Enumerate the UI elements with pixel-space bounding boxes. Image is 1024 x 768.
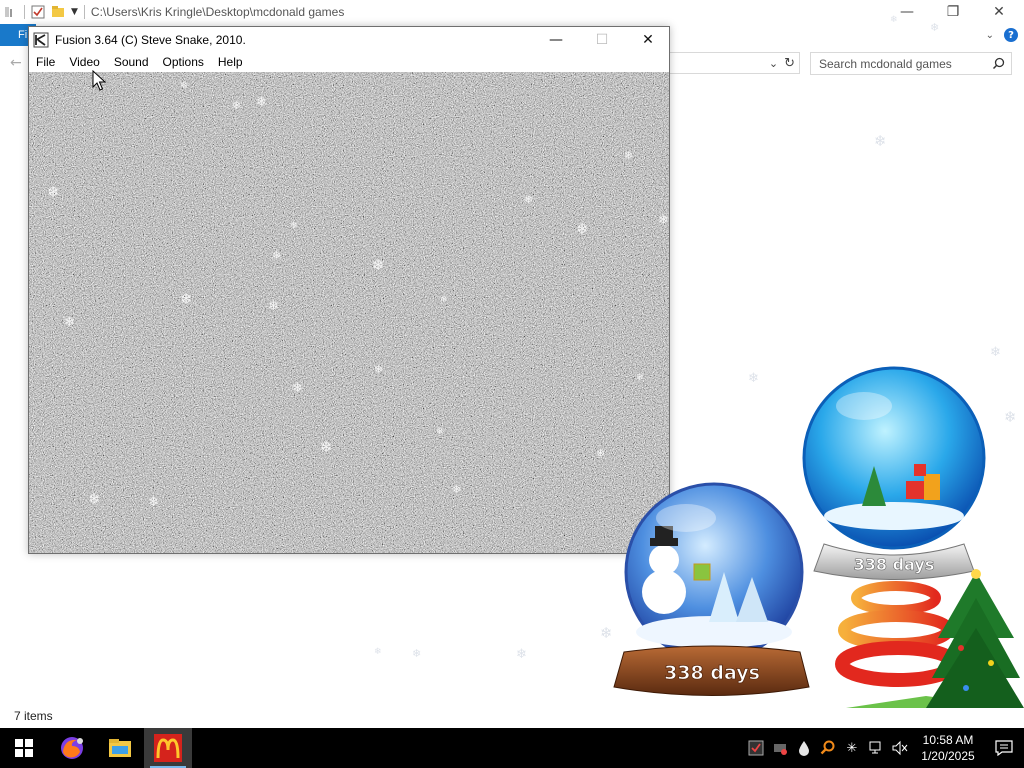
snowflake: ❄ — [374, 363, 384, 376]
snowflake: ❄ — [516, 647, 527, 662]
snowflake: ❄ — [290, 221, 298, 231]
firefox-icon — [61, 737, 83, 759]
snowflake: ❄ — [1004, 408, 1017, 426]
snowflake: ❄ — [148, 495, 159, 510]
snowflake: ❄ — [530, 51, 538, 61]
emulator-screen-static[interactable] — [29, 72, 669, 553]
snowflake: ❄ — [624, 149, 634, 162]
ribbon-expand-chevron-icon[interactable]: ⌄ — [986, 30, 994, 41]
fusion-logo-icon — [33, 32, 49, 47]
folder-icon — [109, 739, 131, 757]
menu-help[interactable]: Help — [211, 52, 250, 72]
notification-icon — [995, 740, 1013, 756]
menu-options[interactable]: Options — [156, 52, 211, 72]
snowflake: ❄ — [232, 99, 242, 112]
snowflake: ❄ — [412, 647, 422, 660]
mcdonalds-logo-icon — [154, 734, 182, 762]
mouse-cursor-icon — [92, 70, 106, 91]
action-center-button[interactable] — [984, 728, 1024, 768]
snowflake: ❄ — [658, 213, 669, 228]
water-drop-icon[interactable] — [792, 728, 816, 768]
fusion-window: Fusion 3.64 (C) Steve Snake, 2010. — ☐ ✕… — [28, 26, 670, 554]
help-icon[interactable]: ? — [1004, 28, 1018, 42]
snow-globe-front[interactable]: 338 days — [594, 482, 829, 707]
fusion-window-title: Fusion 3.64 (C) Steve Snake, 2010. — [55, 32, 246, 47]
security-shield-icon[interactable] — [744, 728, 768, 768]
taskbar-file-explorer[interactable] — [96, 728, 144, 768]
customize-quick-access-icon[interactable]: ▼ — [71, 7, 78, 17]
properties-check-icon[interactable] — [31, 5, 45, 19]
search-input[interactable]: Search mcdonald games — [810, 52, 1012, 75]
snowflake: ❄ — [436, 427, 444, 437]
back-arrow-icon[interactable]: ← — [10, 55, 26, 71]
snowflake: ❄ — [64, 315, 75, 330]
snowflake: ❄ — [372, 256, 385, 274]
snowflake: ❄ — [636, 373, 644, 383]
snowflake: ❄ — [272, 249, 282, 262]
new-folder-icon[interactable] — [51, 5, 65, 19]
menu-video[interactable]: Video — [62, 52, 106, 72]
snowflake: ❄ — [88, 490, 101, 508]
snowflake-app-icon[interactable]: ✳ — [840, 728, 864, 768]
fusion-minimize-button[interactable]: — — [533, 27, 579, 52]
snowflake: ❄ — [180, 81, 188, 91]
snowflake: ❄ — [524, 193, 534, 206]
taskbar-clock[interactable]: 10:58 AM 1/20/2025 — [912, 728, 984, 768]
snowflake: ❄ — [268, 299, 279, 314]
snowflake: ❄ — [10, 239, 18, 249]
explorer-path-title: C:\Users\Kris Kringle\Desktop\mcdonald g… — [90, 5, 345, 19]
snowflake: ❄ — [576, 220, 589, 238]
globe-front-days-label: 338 days — [664, 662, 760, 684]
windows-logo-icon — [15, 739, 33, 757]
search-placeholder: Search mcdonald games — [819, 56, 952, 71]
explorer-app-icon — [5, 7, 12, 17]
snowflake: ❄ — [748, 371, 759, 386]
menu-sound[interactable]: Sound — [107, 52, 156, 72]
tv-static-noise — [29, 72, 669, 553]
snowflake: ❄ — [292, 381, 303, 396]
quick-access-toolbar: ▼ — [2, 0, 85, 24]
toolbar-separator — [24, 5, 25, 19]
desktop: ▼ C:\Users\Kris Kringle\Desktop\mcdonald… — [0, 0, 1024, 728]
network-app-icon[interactable] — [768, 728, 792, 768]
explorer-close-button[interactable]: ✕ — [976, 0, 1022, 24]
address-dropdown-chevron-icon[interactable]: ⌄ — [769, 57, 778, 70]
toolbar-separator — [83, 5, 85, 19]
taskbar-mcdonalds-app[interactable] — [144, 728, 192, 768]
snowflake: ❄ — [990, 345, 1001, 360]
snowflake: ❄ — [452, 483, 462, 496]
fusion-maximize-button[interactable]: ☐ — [579, 27, 625, 52]
network-icon[interactable] — [864, 728, 888, 768]
clock-time: 10:58 AM — [922, 733, 974, 747]
snowflake: ❄ — [180, 290, 193, 308]
snowflake: ❄ — [874, 132, 887, 150]
snowflake: ❄ — [256, 95, 267, 110]
snowflake: ❄ — [47, 183, 60, 201]
ribbon-right-controls: ⌄ ? — [964, 24, 1024, 46]
clock-date: 1/20/2025 — [921, 749, 975, 763]
refresh-icon[interactable]: ↻ — [784, 56, 795, 71]
snowflake: ❄ — [930, 21, 940, 34]
fusion-close-button[interactable]: ✕ — [625, 27, 671, 52]
address-bar[interactable]: ⌄ ↻ — [668, 52, 800, 74]
menu-file[interactable]: File — [29, 52, 62, 72]
fusion-menubar: File Video Sound Options Help — [29, 52, 669, 72]
volume-muted-icon[interactable] — [888, 728, 912, 768]
snowflake: ❄ — [596, 447, 606, 460]
status-item-count: 7 items — [14, 709, 53, 723]
start-button[interactable] — [0, 728, 48, 768]
search-icon — [992, 57, 1005, 70]
snowflake: ❄ — [320, 438, 333, 456]
taskbar-firefox[interactable] — [48, 728, 96, 768]
snowflake: ❄ — [440, 295, 448, 305]
taskbar: ✳ 10:58 AM 1/20/2025 — [0, 728, 1024, 768]
search-magnifier-icon[interactable] — [816, 728, 840, 768]
system-tray: ✳ 10:58 AM 1/20/2025 — [744, 728, 1024, 768]
snowflake: ❄ — [890, 15, 898, 25]
snowflake: ❄ — [374, 647, 382, 657]
christmas-tree-decoration — [835, 569, 1024, 708]
explorer-titlebar: ▼ C:\Users\Kris Kringle\Desktop\mcdonald… — [0, 0, 1024, 24]
